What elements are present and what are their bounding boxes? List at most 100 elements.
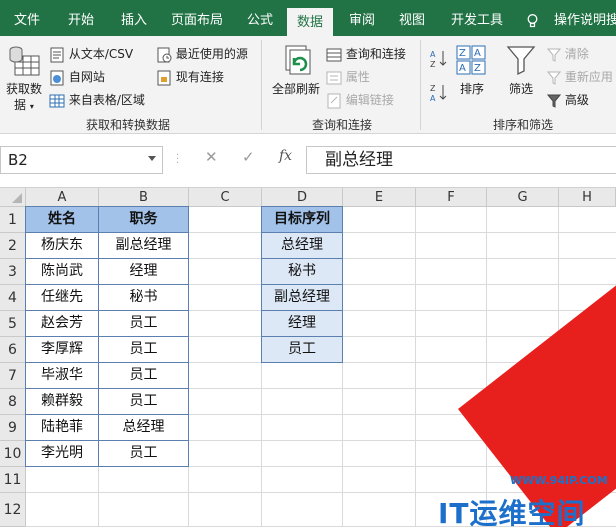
column-header-c[interactable]: C [189,188,262,207]
sort-descending-button[interactable]: ZA [430,82,448,105]
get-data-label-2: 据 ▾ [14,98,34,112]
tab-data[interactable]: 数据 [287,8,334,36]
formula-input[interactable]: 副总经理 [306,146,616,174]
tab-file[interactable]: 文件 [14,0,40,36]
table-cell[interactable]: 总经理 [98,414,189,441]
clear-filter-button[interactable]: 清除 [547,45,589,62]
from-web-button[interactable]: 自网站 [49,68,105,86]
table-cell[interactable]: 李厚辉 [25,336,99,363]
row-header-7[interactable]: 7 [0,363,26,389]
table-cell[interactable]: 员工 [98,388,189,415]
target-sequence-cell[interactable]: 秘书 [261,258,343,285]
from-table-range-label: 来自表格/区域 [68,93,145,107]
column-header-f[interactable]: F [416,188,487,207]
database-table-icon [9,46,40,76]
row-header-6[interactable]: 6 [0,337,26,363]
row-header-8[interactable]: 8 [0,389,26,415]
column-header-b[interactable]: B [99,188,189,207]
sort-button[interactable]: Z A A Z [455,44,489,80]
row-header-1[interactable]: 1 [0,207,26,233]
advanced-filter-button[interactable]: 高级 [547,91,589,108]
target-sequence-cell[interactable]: 副总经理 [261,284,343,311]
table-cell[interactable]: 杨庆东 [25,232,99,259]
recent-sources-label: 最近使用的源 [175,47,248,61]
table-cell[interactable]: 员工 [98,310,189,337]
tell-me-search[interactable]: 操作说明搜 [554,0,616,36]
svg-text:A: A [459,63,466,74]
properties-icon [326,71,342,84]
target-sequence-cell[interactable]: 员工 [261,336,343,363]
enter-check-icon[interactable]: ✓ [242,148,255,166]
column-header-g[interactable]: G [487,188,559,207]
tab-view[interactable]: 视图 [399,0,425,36]
row-header-3[interactable]: 3 [0,259,26,285]
svg-text:A: A [430,50,436,59]
queries-connections-button[interactable]: 查询和连接 [326,45,406,63]
cancel-icon[interactable]: ✕ [205,148,218,166]
svg-text:Z: Z [459,48,466,59]
row-header-12[interactable]: 12 [0,493,26,527]
row-header-4[interactable]: 4 [0,285,26,311]
table-cell[interactable]: 任继先 [25,284,99,311]
table-cell[interactable]: 副总经理 [98,232,189,259]
target-sequence-cell[interactable]: 总经理 [261,232,343,259]
tab-insert[interactable]: 插入 [121,0,147,36]
reapply-label: 重新应用 [564,70,613,84]
table-header-cell[interactable]: 姓名 [25,206,99,233]
chevron-down-icon[interactable] [148,156,156,161]
clear-filter-icon [547,48,561,62]
tab-home[interactable]: 开始 [68,0,94,36]
table-cell[interactable]: 员工 [98,440,189,467]
from-text-csv-button[interactable]: 从文本/CSV [49,45,133,63]
target-sequence-header[interactable]: 目标序列 [261,206,343,233]
table-cell[interactable]: 陈尚武 [25,258,99,285]
tab-formulas[interactable]: 公式 [247,0,273,36]
column-header-e[interactable]: E [343,188,416,207]
tab-review[interactable]: 审阅 [349,0,375,36]
row-header-10[interactable]: 10 [0,441,26,467]
svg-text:Z: Z [474,63,481,74]
row-header-5[interactable]: 5 [0,311,26,337]
insert-function-button[interactable]: fx [279,148,292,164]
sort-az-icon: AZ [430,50,447,69]
row-header-11[interactable]: 11 [0,467,26,493]
from-text-csv-label: 从文本/CSV [68,47,134,61]
table-header-cell[interactable]: 职务 [98,206,189,233]
table-cell[interactable]: 陆艳菲 [25,414,99,441]
tab-developer[interactable]: 开发工具 [451,0,503,36]
edit-links-label: 编辑链接 [345,93,394,107]
table-cell[interactable]: 员工 [98,362,189,389]
table-cell[interactable]: 赵会芳 [25,310,99,337]
refresh-all-button[interactable] [282,44,318,80]
drag-handle-icon[interactable]: · · · [176,151,179,169]
row-header-9[interactable]: 9 [0,415,26,441]
sort-ascending-button[interactable]: AZ [430,48,448,71]
table-cell[interactable]: 秘书 [98,284,189,311]
svg-text:Z: Z [430,84,436,93]
filter-button[interactable] [506,44,538,80]
edit-links-button[interactable]: 编辑链接 [326,91,394,109]
reapply-button[interactable]: 重新应用 [547,68,613,85]
properties-button[interactable]: 属性 [326,68,370,86]
from-table-range-button[interactable]: 来自表格/区域 [49,91,145,109]
existing-connections-button[interactable]: 现有连接 [156,68,224,86]
get-data-button[interactable] [7,42,43,82]
table-cell[interactable]: 员工 [98,336,189,363]
edit-links-icon [327,93,341,108]
group-label-queries: 查询和连接 [312,118,373,132]
name-box[interactable]: B2 [0,146,163,174]
column-header-d[interactable]: D [262,188,343,207]
tab-page-layout[interactable]: 页面布局 [171,0,223,36]
table-cell[interactable]: 毕淑华 [25,362,99,389]
advanced-filter-icon [547,94,561,108]
table-cell[interactable]: 赖群毅 [25,388,99,415]
column-header-a[interactable]: A [26,188,99,207]
table-cell[interactable]: 经理 [98,258,189,285]
target-sequence-cell[interactable]: 经理 [261,310,343,337]
select-all-corner[interactable] [0,188,26,207]
table-cell[interactable]: 李光明 [25,440,99,467]
queries-connections-label: 查询和连接 [345,47,406,61]
row-header-2[interactable]: 2 [0,233,26,259]
column-header-h[interactable]: H [559,188,616,207]
recent-sources-button[interactable]: 最近使用的源 [156,45,248,63]
